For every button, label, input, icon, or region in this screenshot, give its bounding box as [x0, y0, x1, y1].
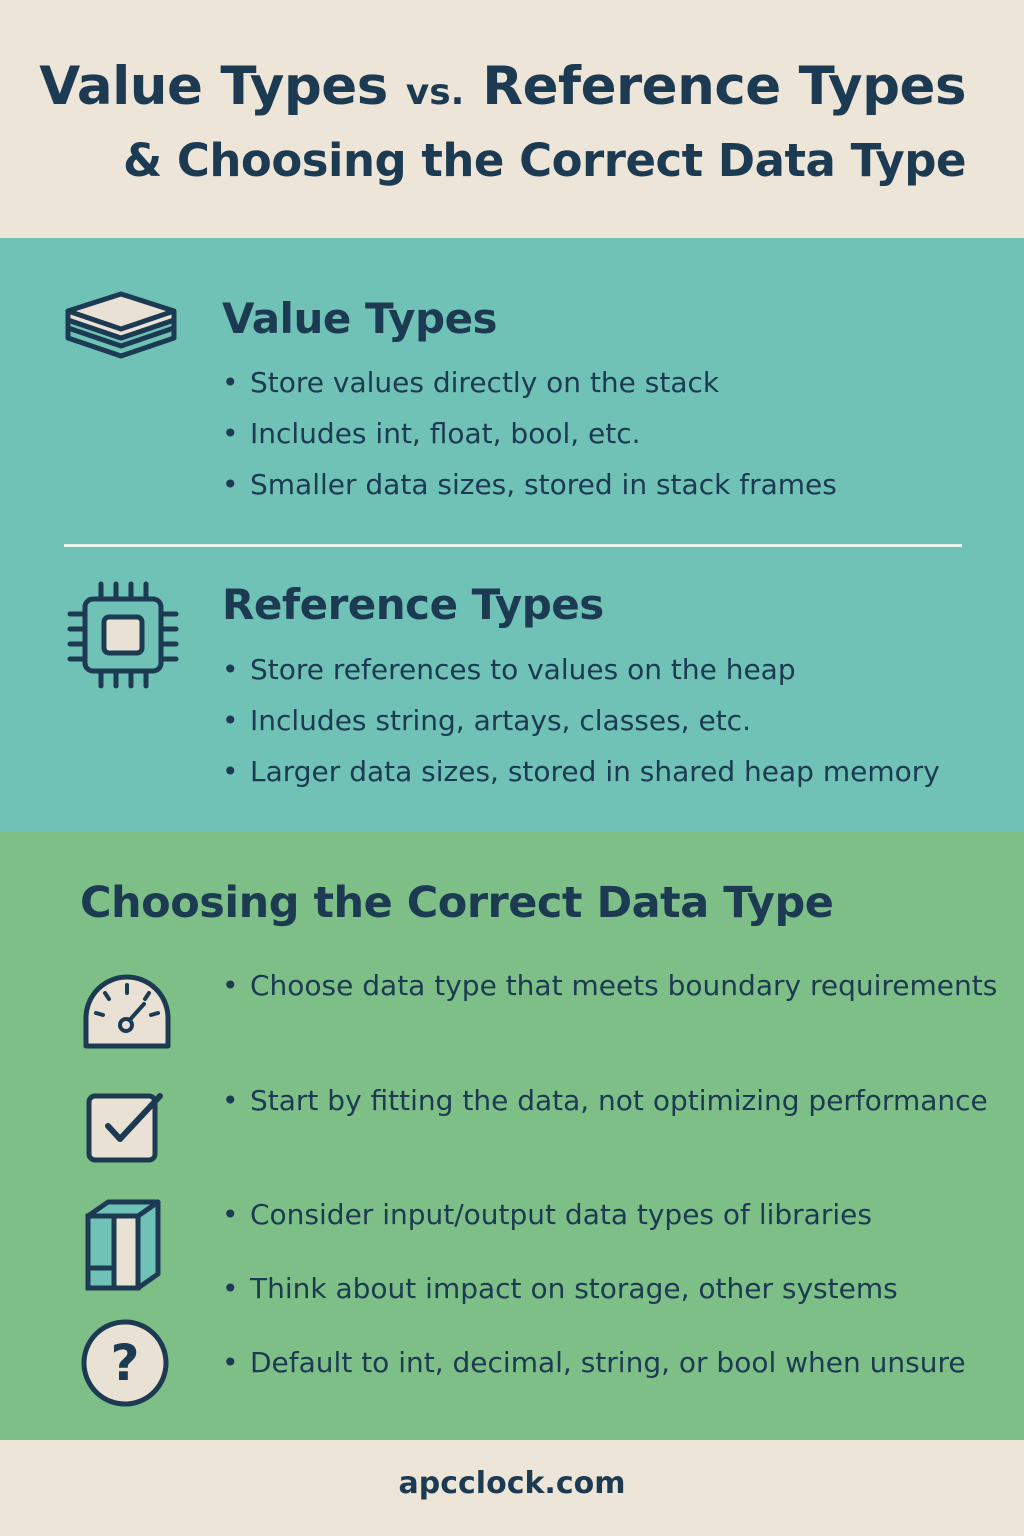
page-subtitle: & Choosing the Correct Data Type: [122, 134, 967, 187]
layers-icon: [65, 291, 177, 359]
header: Value Types vs. Reference Types & Choosi…: [0, 0, 1024, 238]
footer: apcclock.com: [0, 1440, 1024, 1536]
infographic-page: Value Types vs. Reference Types & Choosi…: [0, 0, 1024, 1536]
title-part1: Value Types: [39, 56, 406, 117]
title-part2: Reference Types: [464, 56, 966, 117]
list-item: Includes string, artays, classes, etc.: [222, 704, 940, 738]
tip-item: Consider input/output data types of libr…: [222, 1194, 1010, 1236]
question-icon: ?: [81, 1319, 169, 1407]
list-item: Store values directly on the stack: [222, 366, 837, 400]
site-link[interactable]: apcclock.com: [0, 1466, 1024, 1501]
types-section: Value Types Store values directly on the…: [0, 238, 1024, 832]
page-title: Value Types vs. Reference Types: [39, 56, 966, 117]
tip-item: Choose data type that meets boundary req…: [222, 965, 1010, 1007]
choosing-heading: Choosing the Correct Data Type: [80, 878, 834, 928]
title-vs: vs.: [405, 72, 465, 113]
books-icon: [85, 1199, 161, 1291]
value-types-heading: Value Types: [222, 294, 498, 343]
tip-item: Start by fitting the data, not optimizin…: [222, 1080, 1010, 1122]
reference-types-heading: Reference Types: [222, 580, 604, 629]
tip-item: Default to int, decimal, string, or bool…: [222, 1342, 1010, 1384]
list-item: Smaller data sizes, stored in stack fram…: [222, 468, 837, 502]
section-divider: [64, 544, 962, 547]
list-item: Store references to values on the heap: [222, 653, 940, 687]
gauge-icon: [83, 974, 171, 1049]
list-item: Includes int, float, bool, etc.: [222, 417, 837, 451]
checkbox-icon: [86, 1093, 163, 1163]
value-types-list: Store values directly on the stack Inclu…: [222, 366, 837, 502]
chip-icon: [67, 581, 179, 689]
reference-types-list: Store references to values on the heap I…: [222, 653, 940, 789]
choosing-section: Choosing the Correct Data Type Choose da…: [0, 832, 1024, 1440]
svg-text:?: ?: [110, 1334, 139, 1392]
tip-item: Think about impact on storage, other sys…: [222, 1268, 1010, 1310]
list-item: Larger data sizes, stored in shared heap…: [222, 755, 940, 789]
